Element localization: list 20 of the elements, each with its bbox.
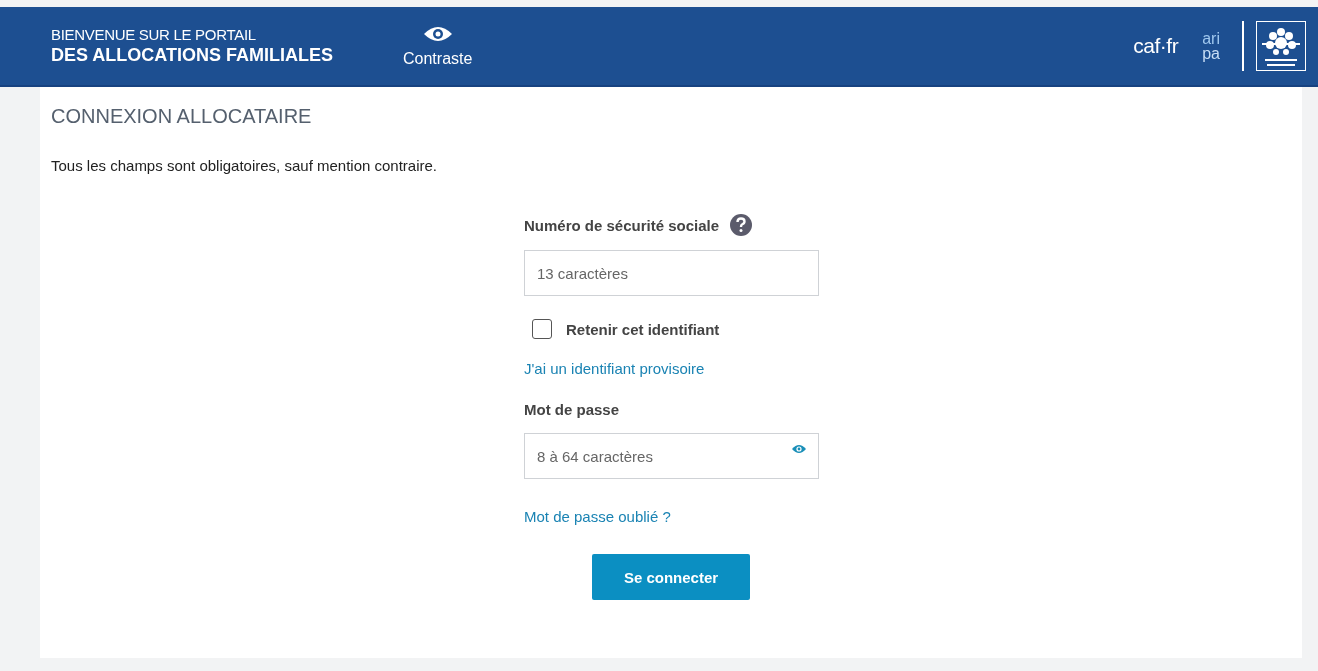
aripa-logo[interactable]: ari pa [1202, 31, 1220, 61]
page-heading: CONNEXION ALLOCATAIRE [51, 105, 313, 128]
remember-checkbox[interactable] [532, 319, 552, 339]
login-button[interactable]: Se connecter [592, 554, 750, 600]
temporary-id-link[interactable]: J'ai un identifiant provisoire [524, 360, 705, 377]
portal-subtitle: BIENVENUE SUR LE PORTAIL [51, 26, 257, 43]
show-password-icon[interactable] [791, 443, 807, 455]
family-emblem-icon[interactable] [1256, 21, 1306, 71]
help-icon[interactable] [729, 213, 754, 237]
password-label: Mot de passe [524, 401, 621, 418]
ssn-label: Numéro de sécurité sociale [524, 216, 720, 234]
caf-logo[interactable]: caf·fr [1133, 34, 1179, 58]
portal-title: DES ALLOCATIONS FAMILIALES [51, 45, 334, 66]
remember-label[interactable]: Retenir cet identifiant [566, 320, 720, 338]
ssn-input-field[interactable]: 13 caractères [524, 250, 819, 296]
required-notice: Tous les champs sont obligatoires, sauf mention contraire. [51, 157, 439, 174]
forgot-password-link[interactable]: Mot de passe oublié ? [524, 508, 671, 525]
eye-icon [422, 24, 453, 44]
password-input-field[interactable]: 8 à 64 caractères [524, 433, 819, 479]
contrast-button[interactable]: Contraste [403, 24, 473, 68]
